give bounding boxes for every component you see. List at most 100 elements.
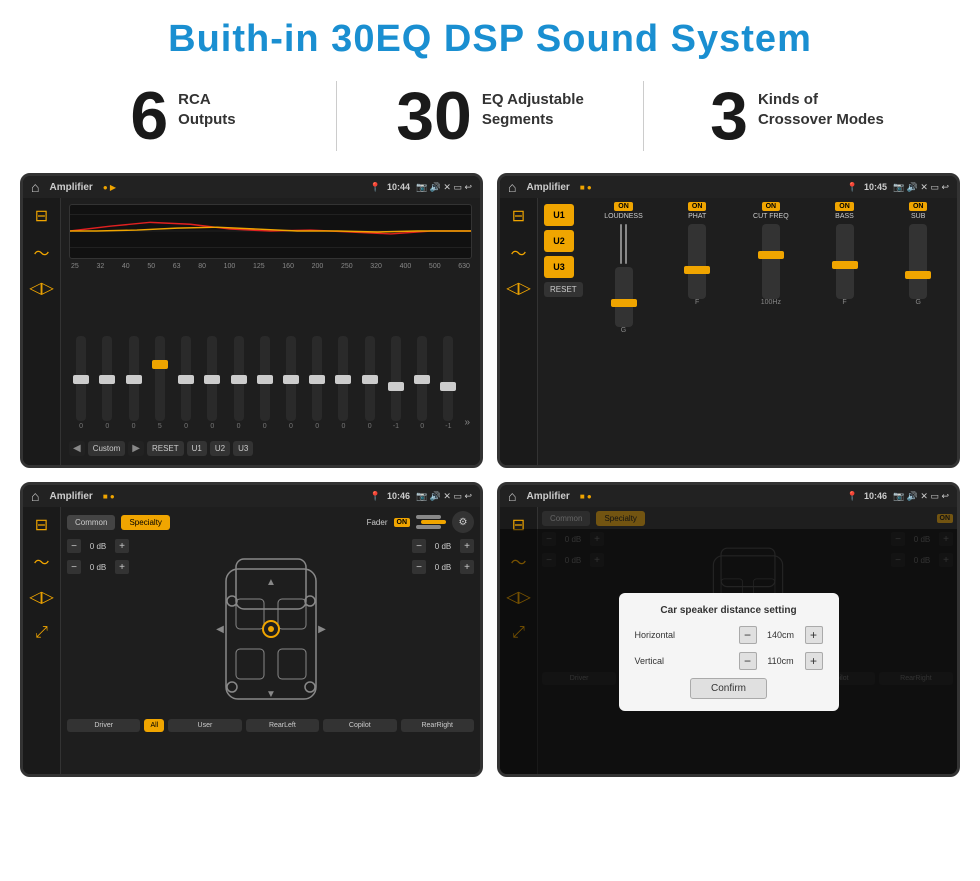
slider-val-12: 0: [368, 423, 372, 430]
slider-track-15[interactable]: [443, 336, 453, 421]
horizontal-plus-btn[interactable]: +: [805, 626, 823, 644]
slider-track-5[interactable]: [181, 336, 191, 421]
db-minus-fr[interactable]: −: [412, 539, 426, 553]
slider-track-2[interactable]: [102, 336, 112, 421]
screen-u123: ⌂ Amplifier ■ ● 📍 10:45 📷 🔊 ✕ ▭ ↩ ⊟ 〜 ◁▷…: [497, 173, 960, 468]
slider-col-1: 0: [69, 336, 93, 430]
slider-val-5: 0: [184, 423, 188, 430]
cutfreq-on-badge: ON: [762, 202, 781, 211]
pin-icon-distance: 📍: [847, 491, 858, 502]
db-minus-rl[interactable]: −: [67, 560, 81, 574]
db-plus-fr[interactable]: +: [460, 539, 474, 553]
freq-200: 200: [312, 263, 324, 270]
fader-left-sidebar: ⊟ 〜 ◁▷ ⤢: [23, 507, 61, 774]
slider-col-8: 0: [253, 336, 277, 430]
time-distance: 10:46: [864, 491, 887, 501]
fader-sliders-icon[interactable]: ⊟: [30, 515, 54, 535]
home-icon-u123[interactable]: ⌂: [508, 179, 516, 195]
db-minus-rr[interactable]: −: [412, 560, 426, 574]
u2-button[interactable]: U2: [544, 230, 574, 252]
home-icon[interactable]: ⌂: [31, 179, 39, 195]
home-icon-distance[interactable]: ⌂: [508, 488, 516, 504]
eq-reset-btn[interactable]: RESET: [147, 441, 184, 456]
pin-icon-eq: 📍: [370, 182, 381, 193]
all-btn[interactable]: All: [144, 719, 164, 732]
slider-track-9[interactable]: [286, 336, 296, 421]
freq-630: 630: [458, 263, 470, 270]
db-minus-fl[interactable]: −: [67, 539, 81, 553]
slider-val-7: 0: [237, 423, 241, 430]
home-icon-fader[interactable]: ⌂: [31, 488, 39, 504]
eq-custom-btn[interactable]: Custom: [88, 441, 126, 456]
status-dots-u123: ■ ●: [580, 183, 592, 192]
slider-track-3[interactable]: [129, 336, 139, 421]
db-plus-fl[interactable]: +: [115, 539, 129, 553]
eq-u1-btn[interactable]: U1: [187, 441, 207, 456]
fader-on-badge: ON: [394, 518, 411, 527]
slider-track-4[interactable]: [155, 336, 165, 421]
eq-u2-btn[interactable]: U2: [210, 441, 230, 456]
rearleft-btn[interactable]: RearLeft: [246, 719, 319, 732]
freq-32: 32: [96, 263, 104, 270]
screen-eq: ⌂ Amplifier ● ▶ 📍 10:44 📷 🔊 ✕ ▭ ↩ ⊟ 〜 ◁▷: [20, 173, 483, 468]
slider-track-8[interactable]: [260, 336, 270, 421]
u3-button[interactable]: U3: [544, 256, 574, 278]
time-fader: 10:46: [387, 491, 410, 501]
status-bar-fader: ⌂ Amplifier ■ ● 📍 10:46 📷 🔊 ✕ ▭ ↩: [23, 485, 480, 507]
u123-vol-icon[interactable]: ◁▷: [507, 278, 531, 298]
vertical-stepper: − 110cm +: [739, 652, 823, 670]
slider-track-13[interactable]: [391, 336, 401, 421]
fader-layout: − 0 dB + − 0 dB +: [67, 539, 474, 719]
u123-wave-icon[interactable]: 〜: [507, 242, 531, 262]
db-ctrl-front-right: − 0 dB +: [412, 539, 474, 553]
screen-distance: ⌂ Amplifier ■ ● 📍 10:46 📷 🔊 ✕ ▭ ↩ ⊟ 〜 ◁▷…: [497, 482, 960, 777]
eq-u3-btn[interactable]: U3: [233, 441, 253, 456]
user-btn[interactable]: User: [168, 719, 241, 732]
confirm-button[interactable]: Confirm: [690, 678, 767, 699]
slider-track-12[interactable]: [365, 336, 375, 421]
tab-specialty[interactable]: Specialty: [121, 515, 169, 530]
vertical-minus-btn[interactable]: −: [739, 652, 757, 670]
horizontal-label: Horizontal: [635, 630, 695, 640]
u123-sliders-icon[interactable]: ⊟: [507, 206, 531, 226]
vertical-plus-btn[interactable]: +: [805, 652, 823, 670]
eq-prev-btn[interactable]: ◀: [69, 441, 85, 456]
ctrl-phat: ON PHAT F: [662, 202, 732, 461]
u123-reset-btn[interactable]: RESET: [544, 282, 583, 297]
eq-wave-icon[interactable]: 〜: [30, 242, 54, 262]
db-plus-rr[interactable]: +: [460, 560, 474, 574]
db-val-fl: 0 dB: [84, 542, 112, 551]
db-plus-rl[interactable]: +: [115, 560, 129, 574]
tab-common[interactable]: Common: [67, 515, 115, 530]
fader-expand-icon[interactable]: ⤢: [30, 623, 54, 643]
slider-track-14[interactable]: [417, 336, 427, 421]
slider-track-11[interactable]: [338, 336, 348, 421]
fader-wave-icon[interactable]: 〜: [30, 551, 54, 571]
horizontal-minus-btn[interactable]: −: [739, 626, 757, 644]
status-bar-u123: ⌂ Amplifier ■ ● 📍 10:45 📷 🔊 ✕ ▭ ↩: [500, 176, 957, 198]
stat-crossover: 3 Kinds ofCrossover Modes: [674, 82, 920, 150]
u1-button[interactable]: U1: [544, 204, 574, 226]
eq-vol-icon[interactable]: ◁▷: [30, 278, 54, 298]
slider-track-7[interactable]: [234, 336, 244, 421]
screen-fader-title: Amplifier: [49, 491, 92, 502]
loudness-val: G: [621, 327, 626, 334]
fader-vol-icon[interactable]: ◁▷: [30, 587, 54, 607]
more-icon[interactable]: »: [463, 415, 473, 430]
slider-track-6[interactable]: [207, 336, 217, 421]
slider-col-12: 0: [358, 336, 382, 430]
copilot-btn[interactable]: Copilot: [323, 719, 396, 732]
rearright-btn[interactable]: RearRight: [401, 719, 474, 732]
eq-next-btn[interactable]: ▶: [128, 441, 144, 456]
driver-btn[interactable]: Driver: [67, 719, 140, 732]
screen-distance-title: Amplifier: [526, 491, 569, 502]
slider-val-8: 0: [263, 423, 267, 430]
slider-track-1[interactable]: [76, 336, 86, 421]
vertical-value: 110cm: [761, 656, 801, 666]
slider-val-15: -1: [445, 423, 451, 430]
freq-160: 160: [282, 263, 294, 270]
slider-val-6: 0: [210, 423, 214, 430]
slider-track-10[interactable]: [312, 336, 322, 421]
settings-icon[interactable]: ⚙: [452, 511, 474, 533]
eq-sliders-icon[interactable]: ⊟: [30, 206, 54, 226]
